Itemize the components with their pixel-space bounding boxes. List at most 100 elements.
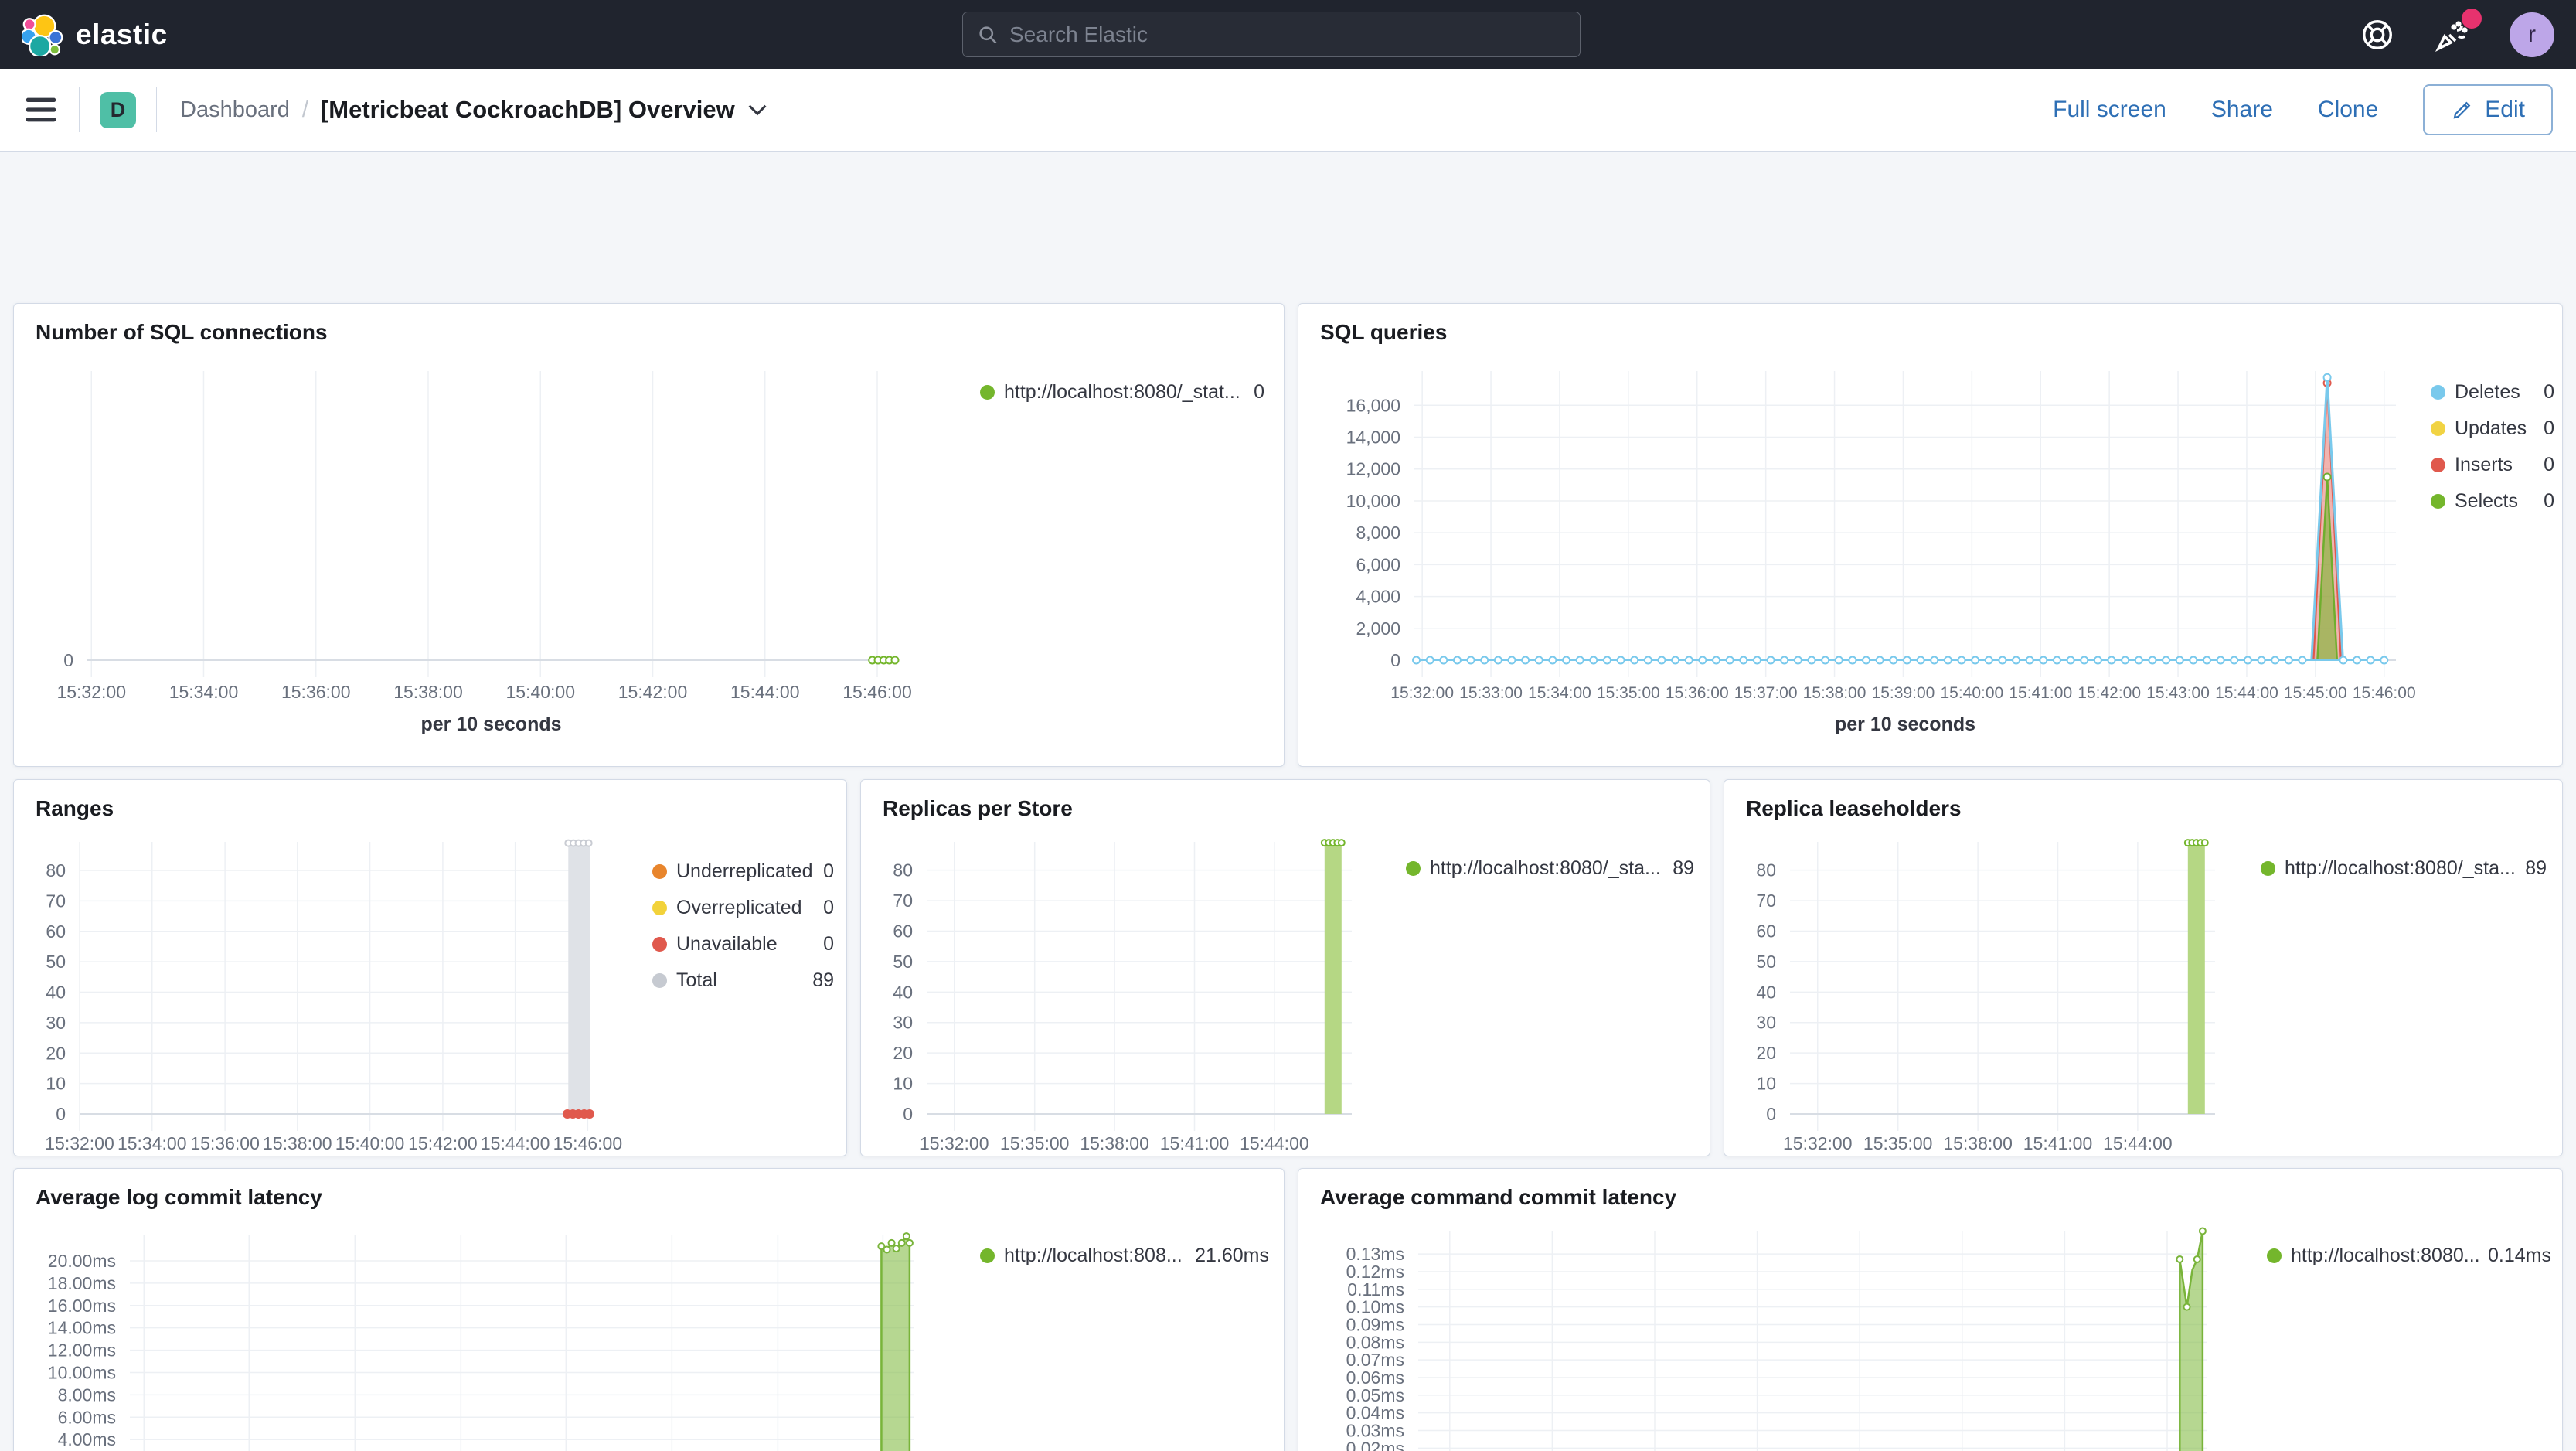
svg-text:0: 0 [1390,650,1400,670]
legend-item[interactable]: http://localhost:8080/_sta... 89 [2261,857,2547,880]
panel-title[interactable]: Replicas per Store [883,796,1073,821]
svg-text:20: 20 [1756,1043,1776,1063]
legend-item[interactable]: http://localhost:8080/_sta... 89 [1406,857,1694,880]
panel-title[interactable]: Ranges [36,796,114,821]
svg-text:30: 30 [893,1013,913,1033]
legend-color-dot [2267,1248,2282,1263]
svg-text:70: 70 [1756,891,1776,911]
legend-item[interactable]: Underreplicated 0 [652,860,834,883]
svg-text:15:32:00: 15:32:00 [1783,1133,1853,1153]
panel-title[interactable]: Average command commit latency [1320,1185,1676,1210]
legend-item[interactable]: http://localhost:8080/_stat... 0 [980,381,1264,404]
svg-text:15:37:00: 15:37:00 [1734,684,1798,702]
panel-number-of-sql-connections: Number of SQL connections 15:32:00 15:34:… [13,303,1285,767]
dashboard-toolbar: D Dashboard / [Metricbeat CockroachDB] O… [0,69,2576,152]
legend-item[interactable]: Selects 0 [2431,490,2554,513]
svg-text:15:35:00: 15:35:00 [1000,1133,1070,1153]
pencil-icon [2453,101,2471,119]
log-commit-latency-chart[interactable]: 15:32:0015:34:0015:36:0015:38:0015:40:00… [14,1169,1284,1451]
legend-label: Selects [2455,490,2518,512]
dashboards-badge[interactable]: D [100,91,136,128]
panel-title[interactable]: Average log commit latency [36,1185,322,1210]
svg-text:18.00ms: 18.00ms [48,1273,116,1293]
svg-text:50: 50 [46,952,66,972]
legend-item[interactable]: http://localhost:808... 21.60ms [980,1245,1269,1267]
legend-item[interactable]: Unavailable 0 [652,933,834,955]
svg-text:15:33:00: 15:33:00 [1459,684,1523,702]
legend-label: http://localhost:808... [1004,1245,1183,1266]
svg-text:15:39:00: 15:39:00 [1872,684,1935,702]
search-input[interactable] [1009,22,1566,47]
notification-dot [2462,8,2482,29]
legend-label: Overreplicated [676,897,802,918]
legend-value: 89 [812,969,834,991]
panel-title[interactable]: Number of SQL connections [36,320,328,345]
svg-text:15:38:00: 15:38:00 [393,682,463,702]
clone-button[interactable]: Clone [2318,97,2378,123]
svg-text:15:32:00: 15:32:00 [920,1133,989,1153]
search-icon [979,26,997,43]
sql-connections-chart[interactable]: 15:32:00 15:34:00 15:36:00 15:38:00 15:40:00… [14,304,1284,766]
svg-text:0: 0 [1766,1104,1776,1124]
legend-item[interactable]: Inserts 0 [2431,454,2554,476]
replicas-per-store-chart[interactable]: 15:32:00 15:35:00 15:38:00 15:41:00 15:44:00… [861,780,1710,1156]
svg-text:10.00ms: 10.00ms [48,1362,116,1382]
legend-item[interactable]: Updates 0 [2431,417,2554,440]
newsfeed-button[interactable] [2434,8,2482,53]
breadcrumb-dashboard-link[interactable]: Dashboard [180,97,290,123]
command-commit-latency-chart[interactable]: 15:32:0015:34:0015:36:0015:38:0015:40:00… [1298,1169,2562,1451]
sql-queries-chart[interactable]: 15:32:00 15:33:00 15:34:00 15:35:00 15:36:00… [1298,304,2562,766]
svg-text:16.00ms: 16.00ms [48,1296,116,1316]
svg-text:0: 0 [63,650,73,670]
replica-leaseholders-chart[interactable]: 15:32:00 15:35:00 15:38:00 15:41:00 15:44:00… [1724,780,2562,1156]
svg-text:15:35:00: 15:35:00 [1863,1133,1933,1153]
svg-text:0.12ms: 0.12ms [1346,1262,1404,1282]
svg-text:15:36:00: 15:36:00 [190,1133,260,1153]
svg-text:40: 40 [46,983,66,1003]
svg-text:70: 70 [893,891,913,911]
legend-item[interactable]: Deletes 0 [2431,381,2554,404]
legend-label: http://localhost:8080/_stat... [1004,381,1240,403]
legend-value: 0 [2544,381,2554,403]
legend-label: Unavailable [676,933,778,955]
legend-color-dot [2431,494,2445,509]
svg-text:15:45:00: 15:45:00 [2284,684,2347,702]
elastic-brand[interactable]: elastic [22,14,168,56]
legend-label: http://localhost:8080/_sta... [2285,857,2516,879]
edit-button[interactable]: Edit [2423,84,2553,135]
legend-value: 89 [1673,857,1694,879]
svg-text:15:38:00: 15:38:00 [263,1133,332,1153]
legend-color-dot [652,937,667,952]
chart-legend: Underreplicated 0 Overreplicated 0 Unava… [652,860,834,1006]
page-title[interactable]: [Metricbeat CockroachDB] Overview [321,96,735,124]
chevron-down-icon[interactable] [747,103,767,117]
chart-legend: Deletes 0 Updates 0 Inserts 0 Selects 0 [2431,381,2554,526]
svg-text:20: 20 [893,1043,913,1063]
legend-value: 89 [2525,857,2547,879]
panel-title[interactable]: SQL queries [1320,320,1447,345]
legend-value: 0 [823,897,834,918]
svg-text:40: 40 [893,982,913,1002]
svg-text:60: 60 [1756,921,1776,941]
breadcrumb-separator: / [301,97,308,122]
svg-text:10,000: 10,000 [1346,491,1400,511]
legend-item[interactable]: Overreplicated 0 [652,897,834,919]
user-avatar[interactable]: r [2510,12,2554,57]
share-button[interactable]: Share [2211,97,2273,123]
svg-text:0.05ms: 0.05ms [1346,1385,1404,1405]
legend-value: 0 [2544,454,2554,475]
breadcrumb: Dashboard / [Metricbeat CockroachDB] Ove… [180,96,767,124]
legend-item[interactable]: Total 89 [652,969,834,992]
svg-text:0.04ms: 0.04ms [1346,1403,1404,1423]
svg-text:0.09ms: 0.09ms [1346,1314,1404,1334]
global-search[interactable] [962,12,1581,57]
help-button[interactable] [2360,17,2395,53]
panel-title[interactable]: Replica leaseholders [1746,796,1962,821]
legend-item[interactable]: http://localhost:8080... 0.14ms [2267,1245,2551,1267]
svg-text:0.11ms: 0.11ms [1347,1279,1404,1299]
svg-text:15:44:00: 15:44:00 [481,1133,550,1153]
chart-legend: http://localhost:808... 21.60ms [980,1245,1269,1281]
svg-text:12,000: 12,000 [1346,459,1400,479]
full-screen-button[interactable]: Full screen [2053,97,2166,123]
menu-button[interactable] [23,94,59,125]
